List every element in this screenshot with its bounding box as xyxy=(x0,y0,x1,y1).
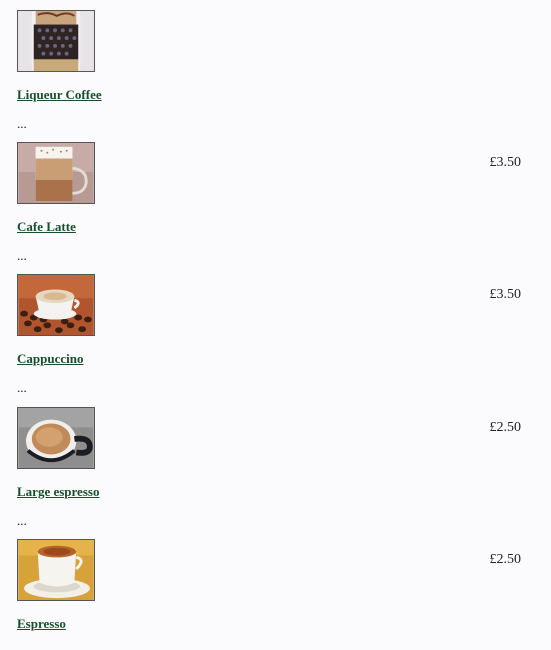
liqueur-coffee-icon xyxy=(18,11,94,71)
menu-item-price: £2.50 xyxy=(489,552,522,567)
menu-item: Cafe Latte ... £3.50 xyxy=(0,142,551,274)
espresso-icon xyxy=(18,540,94,600)
large-espresso-photo[interactable] xyxy=(17,407,95,469)
menu-item-price: £3.50 xyxy=(489,155,522,170)
menu-item-description: ... xyxy=(17,380,27,395)
menu-item-description: ... xyxy=(17,248,27,263)
menu-item-title[interactable]: Espresso xyxy=(17,616,66,632)
menu-item: Cappuccino ... £3.50 xyxy=(0,274,551,406)
menu-item-price: £3.50 xyxy=(489,287,522,302)
menu-item: Liqueur Coffee ... xyxy=(0,10,551,142)
espresso-photo[interactable] xyxy=(17,539,95,601)
menu-item: Espresso £2.50 xyxy=(0,539,551,650)
large-espresso-icon xyxy=(18,408,94,468)
menu-item-description: ... xyxy=(17,513,27,528)
menu-item: Large espresso ... £2.50 xyxy=(0,407,551,539)
menu-item-title[interactable]: Liqueur Coffee xyxy=(17,87,102,103)
menu-item-description: ... xyxy=(17,116,27,131)
cafe-latte-icon xyxy=(18,143,94,203)
liqueur-coffee-photo[interactable] xyxy=(17,10,95,72)
menu-item-price: £2.50 xyxy=(489,420,522,435)
cappuccino-photo[interactable] xyxy=(17,274,95,336)
cafe-latte-photo[interactable] xyxy=(17,142,95,204)
menu-item-title[interactable]: Large espresso xyxy=(17,484,99,500)
coffee-menu-page: Liqueur Coffee ... Cafe Latte ... £3.50 xyxy=(0,0,551,650)
menu-item-title[interactable]: Cappuccino xyxy=(17,351,83,367)
cappuccino-icon xyxy=(18,275,94,335)
menu-item-title[interactable]: Cafe Latte xyxy=(17,219,76,235)
